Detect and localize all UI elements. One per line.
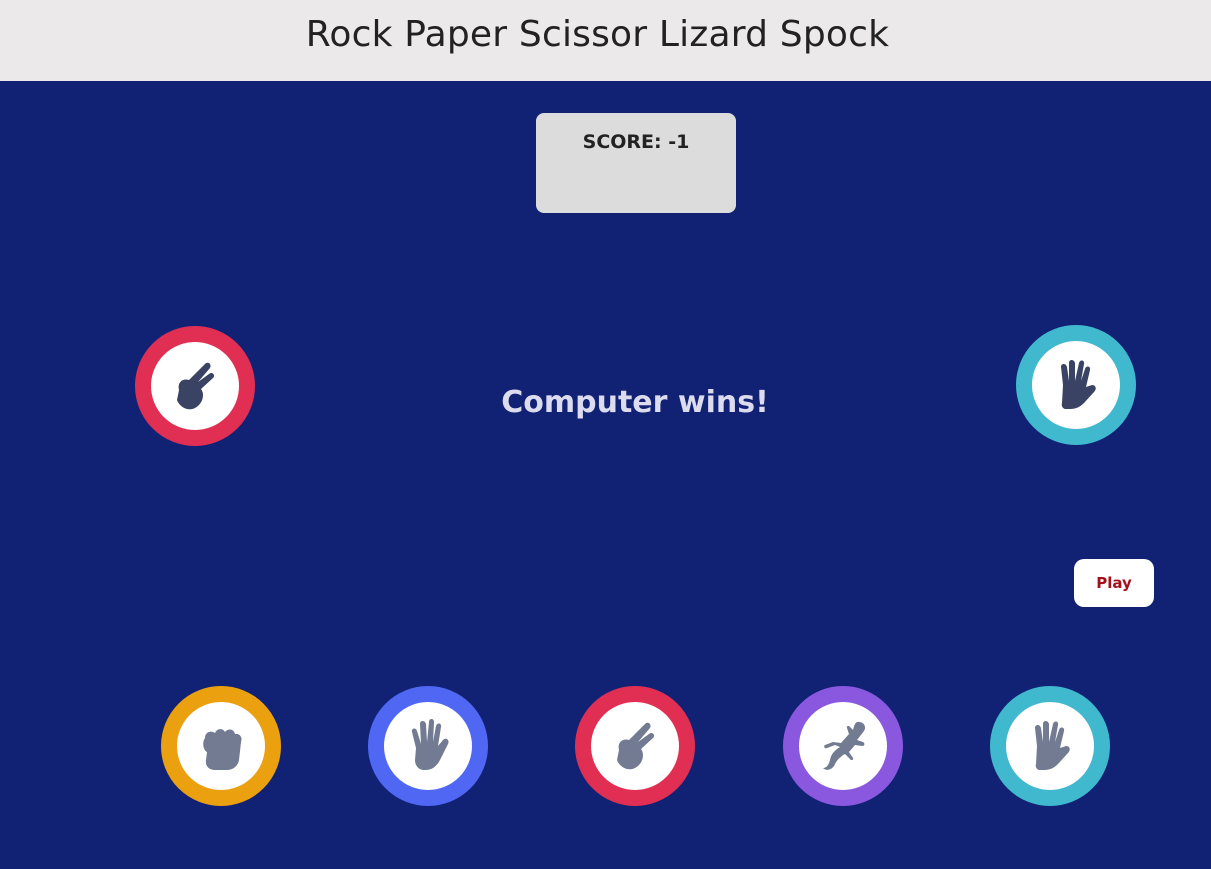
- player-pick-scissors: [135, 326, 255, 446]
- choice-rock-button[interactable]: [161, 686, 281, 806]
- score-panel: SCORE: -1: [536, 113, 736, 213]
- spock-hand-icon: [1061, 360, 1096, 409]
- paper-hand-icon: [411, 719, 449, 770]
- choice-scissors-button[interactable]: [575, 686, 695, 806]
- app-header: Rock Paper Scissor Lizard Spock: [0, 0, 1211, 81]
- scissors-hand-icon: [617, 722, 655, 770]
- play-button[interactable]: Play: [1074, 559, 1154, 607]
- scissors-hand-icon: [177, 362, 215, 410]
- rock-fist-icon: [203, 729, 242, 770]
- page-title: Rock Paper Scissor Lizard Spock: [305, 14, 890, 55]
- lizard-icon: [823, 721, 866, 770]
- result-message: Computer wins!: [501, 385, 769, 420]
- spock-hand-icon: [1035, 721, 1070, 770]
- choice-spock-button[interactable]: [990, 686, 1110, 806]
- choice-paper-button[interactable]: [368, 686, 488, 806]
- score-label: SCORE: -1: [582, 131, 690, 153]
- choice-lizard-button[interactable]: [783, 686, 903, 806]
- computer-pick-spock: [1016, 325, 1136, 445]
